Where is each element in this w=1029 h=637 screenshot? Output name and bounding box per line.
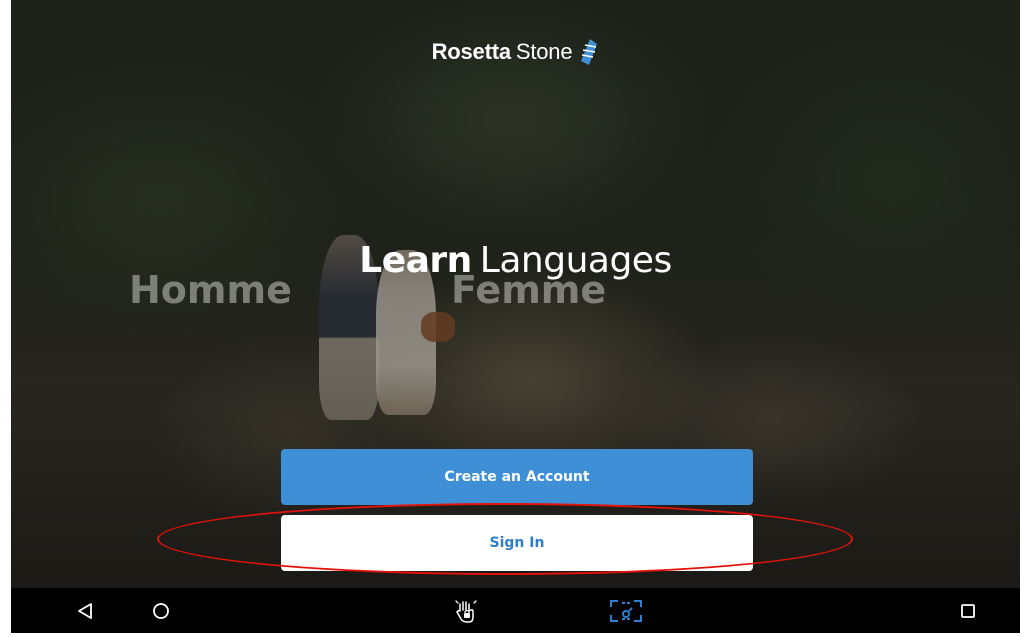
home-button[interactable] (139, 588, 183, 633)
recents-square-icon (961, 603, 975, 618)
device-frame: Homme Femme Rosetta Stone Learn Languages… (0, 0, 1029, 637)
stone-logo-icon (581, 39, 598, 65)
sign-in-button[interactable]: Sign In (281, 515, 753, 571)
recents-button[interactable] (946, 588, 990, 633)
back-button[interactable] (63, 588, 107, 633)
logo-text-light: Stone (515, 39, 573, 64)
screenshot-button[interactable] (604, 588, 648, 633)
headline-light: Languages (479, 240, 672, 281)
system-navigation-bar (11, 588, 1020, 633)
create-account-button[interactable]: Create an Account (281, 449, 753, 505)
page-headline: Learn Languages (11, 240, 1020, 281)
home-circle-icon (153, 602, 169, 619)
rosetta-stone-logo: Rosetta Stone (11, 38, 1020, 66)
logo-text-bold: Rosetta (431, 39, 511, 64)
gesture-lock-button[interactable] (444, 588, 488, 633)
back-triangle-icon (78, 602, 92, 619)
headline-bold: Learn (359, 240, 472, 281)
hand-gesture-lock-icon (455, 599, 477, 623)
screen-capture-icon (610, 599, 642, 622)
welcome-screen: Homme Femme Rosetta Stone Learn Languages… (11, 0, 1020, 588)
